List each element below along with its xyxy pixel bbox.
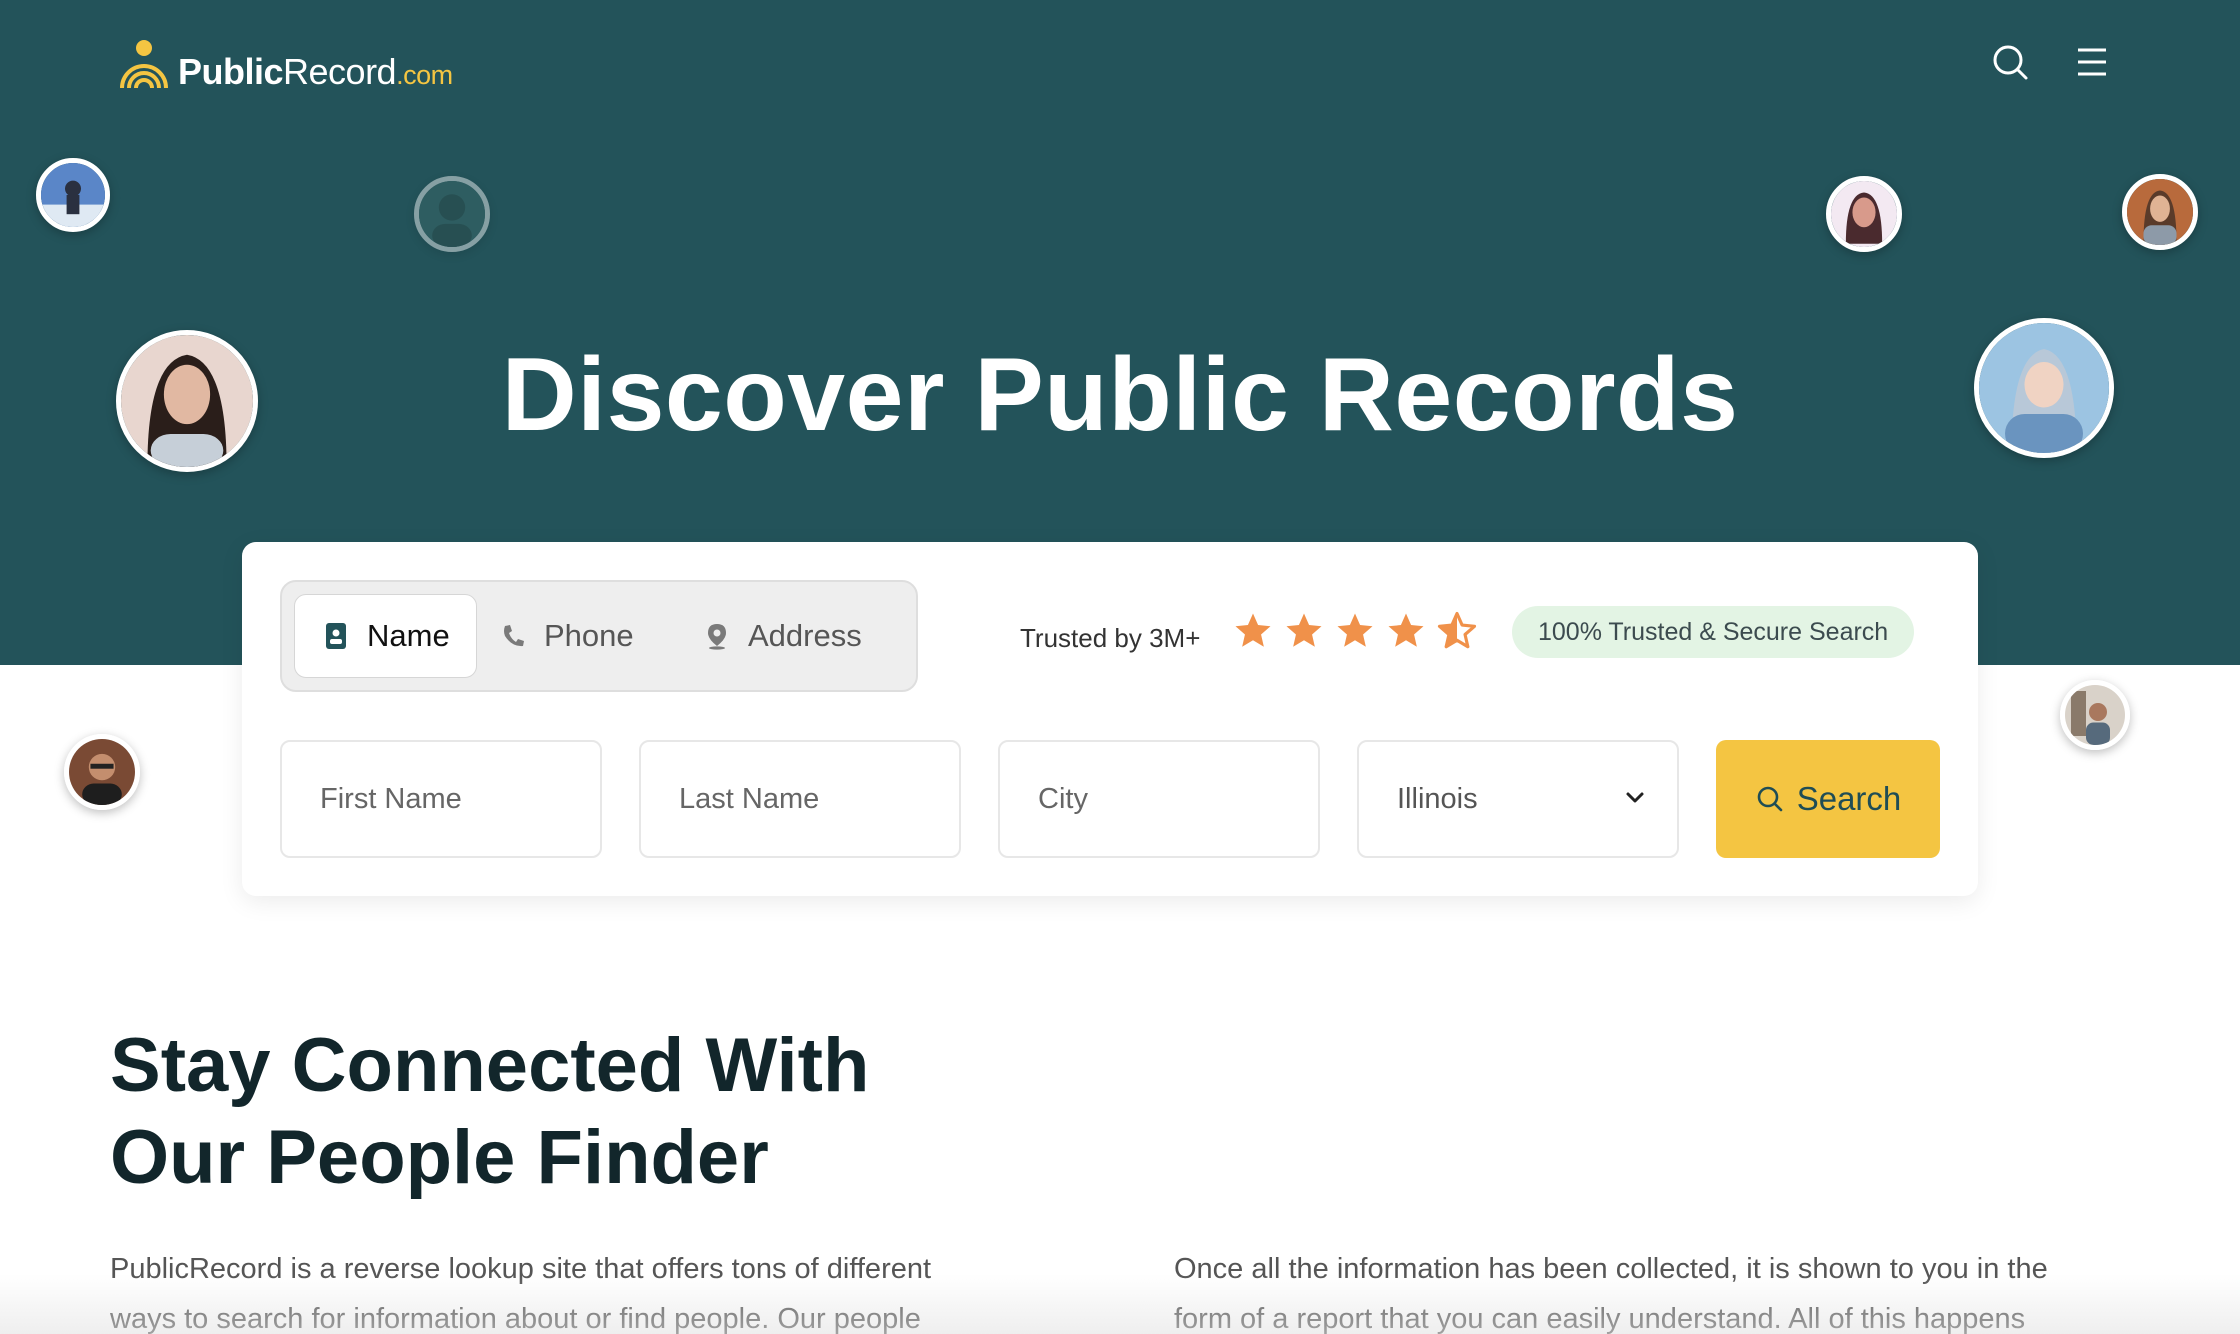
chevron-down-icon: [1626, 792, 1644, 803]
logo-text: PublicRecord.com: [178, 51, 453, 92]
search-card: Name Phone Address Trusted by 3M+ 100% T…: [242, 542, 1978, 896]
trust-text: Trusted by 3M+: [1020, 622, 1201, 653]
first-name-input[interactable]: [282, 742, 600, 856]
avatar-8: [2060, 680, 2130, 750]
search-icon[interactable]: [1988, 40, 2032, 84]
search-type-tabs: Name Phone Address: [280, 580, 918, 692]
tab-phone[interactable]: Phone: [500, 594, 634, 678]
section-title: Stay Connected With Our People Finder: [110, 1023, 870, 1200]
hamburger-menu-icon[interactable]: [2070, 40, 2114, 84]
avatar-5: [2122, 174, 2198, 250]
star-icon: [1235, 613, 1271, 647]
avatar-2: [414, 176, 490, 252]
intro-paragraph-left: PublicRecord is a reverse lookup site th…: [110, 1253, 932, 1334]
tab-address[interactable]: Address: [704, 594, 862, 678]
city-field[interactable]: [998, 740, 1320, 858]
avatar-1: [36, 158, 110, 232]
star-icon: [1388, 613, 1424, 647]
search-icon: [1757, 786, 1783, 812]
avatar-4: [1826, 176, 1902, 252]
star-icon: [1337, 613, 1373, 647]
search-button[interactable]: Search: [1716, 740, 1940, 858]
secure-search-badge: 100% Trusted & Secure Search: [1512, 606, 1915, 658]
state-select-value: Illinois: [1397, 782, 1478, 815]
map-pin-icon: [708, 624, 726, 650]
id-card-icon: [326, 623, 346, 649]
last-name-field[interactable]: [639, 740, 961, 858]
first-name-field[interactable]: [280, 740, 602, 858]
city-input[interactable]: [1000, 742, 1318, 856]
hero-title: Discover Public Records: [501, 337, 1739, 453]
last-name-input[interactable]: [641, 742, 959, 856]
search-button-label: Search: [1796, 780, 1902, 817]
state-select[interactable]: Illinois: [1357, 740, 1679, 858]
avatar-7: [64, 734, 140, 810]
rating-stars: [1232, 610, 1487, 652]
star-half-icon: [1437, 611, 1477, 649]
site-logo[interactable]: PublicRecord.com: [118, 34, 453, 94]
intro-paragraph-right: Once all the information has been collec…: [1174, 1253, 2048, 1334]
tab-name[interactable]: Name: [294, 594, 477, 678]
star-icon: [1286, 613, 1322, 647]
logo-icon: [120, 40, 168, 89]
phone-icon: [504, 625, 524, 647]
